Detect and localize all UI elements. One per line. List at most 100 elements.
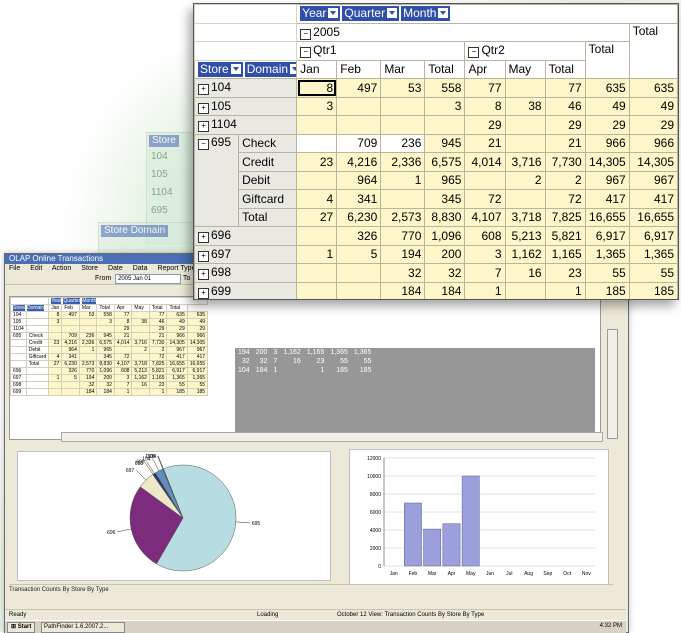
expand-icon[interactable]: +	[198, 250, 209, 262]
data-cell[interactable]: 53	[380, 78, 426, 98]
filter-chip-quarter[interactable]: Quarter	[342, 6, 400, 22]
data-cell[interactable]: 6,917	[628, 226, 678, 246]
collapse-icon[interactable]: −	[468, 47, 480, 59]
data-cell[interactable]: 2,336	[380, 152, 426, 172]
data-cell[interactable]: 6,917	[584, 226, 630, 246]
data-cell[interactable]: 184	[380, 281, 426, 299]
data-cell[interactable]: 16	[504, 263, 546, 283]
data-cell[interactable]: 1	[380, 170, 426, 190]
expand-icon[interactable]: +	[198, 232, 209, 244]
data-cell[interactable]: 7,825	[544, 207, 586, 227]
dropdown-arrow-icon[interactable]	[387, 8, 398, 19]
data-cell[interactable]: 635	[628, 78, 678, 98]
dropdown-arrow-icon[interactable]	[328, 8, 339, 19]
menu-file[interactable]: File	[9, 265, 20, 272]
data-cell[interactable]: 8	[296, 78, 338, 98]
data-cell[interactable]: 3	[296, 96, 338, 116]
data-cell[interactable]	[504, 281, 546, 299]
data-cell[interactable]: 5,821	[544, 226, 586, 246]
start-button[interactable]: ⊞ Start	[7, 622, 36, 633]
data-cell[interactable]: 635	[584, 78, 630, 98]
data-cell[interactable]: 46	[544, 96, 586, 116]
data-cell[interactable]	[464, 170, 506, 190]
horizontal-scrollbar[interactable]	[61, 432, 603, 442]
dropdown-arrow-icon[interactable]	[230, 63, 241, 74]
data-cell[interactable]: 27	[296, 207, 338, 227]
data-cell[interactable]: 2	[544, 170, 586, 190]
data-cell[interactable]	[296, 170, 338, 190]
from-date-field[interactable]: 2005 Jan 01	[115, 274, 181, 284]
expand-icon[interactable]: +	[198, 84, 209, 96]
data-cell[interactable]: 49	[628, 96, 678, 116]
data-cell[interactable]: 194	[380, 244, 426, 264]
data-cell[interactable]: 1,096	[424, 226, 466, 246]
data-cell[interactable]: 77	[464, 78, 506, 98]
data-cell[interactable]	[336, 263, 382, 283]
data-cell[interactable]: 5	[336, 244, 382, 264]
expand-icon[interactable]: +	[198, 269, 209, 281]
data-cell[interactable]: 417	[628, 189, 678, 209]
mini-chip[interactable]: Quarter	[63, 298, 81, 304]
quarter-header[interactable]: − Qtr1	[296, 41, 466, 61]
data-cell[interactable]	[504, 115, 546, 135]
data-cell[interactable]	[296, 133, 338, 153]
data-cell[interactable]: 341	[336, 189, 382, 209]
data-cell[interactable]	[380, 115, 426, 135]
data-cell[interactable]: 2	[504, 170, 546, 190]
data-cell[interactable]: 184	[424, 281, 466, 299]
data-cell[interactable]: 185	[584, 281, 630, 299]
data-cell[interactable]: 236	[380, 133, 426, 153]
month-header[interactable]: Mar	[380, 59, 426, 79]
data-cell[interactable]: 497	[336, 78, 382, 98]
data-cell[interactable]: 1	[296, 244, 338, 264]
data-cell[interactable]	[336, 115, 382, 135]
store-698[interactable]: +698	[194, 263, 298, 283]
filter-chip-month[interactable]: Month	[401, 6, 451, 22]
data-cell[interactable]: 7	[464, 263, 506, 283]
data-cell[interactable]: 6,230	[336, 207, 382, 227]
data-cell[interactable]: 8	[464, 96, 506, 116]
row-chip-domain[interactable]: Domain	[244, 61, 296, 77]
domain-label[interactable]: Credit	[238, 152, 298, 172]
data-cell[interactable]: 23	[296, 152, 338, 172]
data-cell[interactable]: 185	[628, 281, 678, 299]
data-cell[interactable]: 558	[424, 78, 466, 98]
expand-icon[interactable]: +	[198, 287, 209, 299]
data-cell[interactable]: 200	[424, 244, 466, 264]
data-cell[interactable]: 3,716	[504, 152, 546, 172]
data-cell[interactable]	[424, 115, 466, 135]
month-header[interactable]: May	[504, 59, 546, 79]
menu-edit[interactable]: Edit	[30, 265, 42, 272]
data-cell[interactable]: 966	[628, 133, 678, 153]
data-cell[interactable]	[296, 263, 338, 283]
data-cell[interactable]	[336, 281, 382, 299]
mini-chip[interactable]: Month	[82, 298, 97, 304]
menu-data[interactable]: Data	[133, 265, 148, 272]
data-cell[interactable]: 1,162	[504, 244, 546, 264]
data-cell[interactable]: 1	[464, 281, 506, 299]
data-cell[interactable]: 1,165	[544, 244, 586, 264]
menu-action[interactable]: Action	[52, 265, 71, 272]
menu-report-type[interactable]: Report Type	[157, 265, 195, 272]
data-cell[interactable]: 1,365	[628, 244, 678, 264]
data-cell[interactable]: 3	[424, 96, 466, 116]
data-cell[interactable]: 14,305	[584, 152, 630, 172]
collapse-icon[interactable]: −	[300, 47, 312, 59]
data-cell[interactable]: 29	[628, 115, 678, 135]
data-cell[interactable]: 945	[424, 133, 466, 153]
data-cell[interactable]: 55	[584, 263, 630, 283]
data-cell[interactable]	[504, 78, 546, 98]
data-cell[interactable]: 417	[584, 189, 630, 209]
data-cell[interactable]: 38	[504, 96, 546, 116]
data-cell[interactable]: 32	[424, 263, 466, 283]
data-cell[interactable]: 4,216	[336, 152, 382, 172]
collapse-icon[interactable]: −	[198, 138, 209, 150]
data-cell[interactable]: 49	[584, 96, 630, 116]
store-696[interactable]: +696	[194, 226, 298, 246]
data-cell[interactable]: 4	[296, 189, 338, 209]
store-699[interactable]: +699	[194, 281, 298, 299]
expand-icon[interactable]: +	[198, 102, 209, 114]
quarter-header[interactable]: − Qtr2	[464, 41, 586, 61]
data-cell[interactable]: 966	[584, 133, 630, 153]
domain-label[interactable]: Debit	[238, 170, 298, 190]
